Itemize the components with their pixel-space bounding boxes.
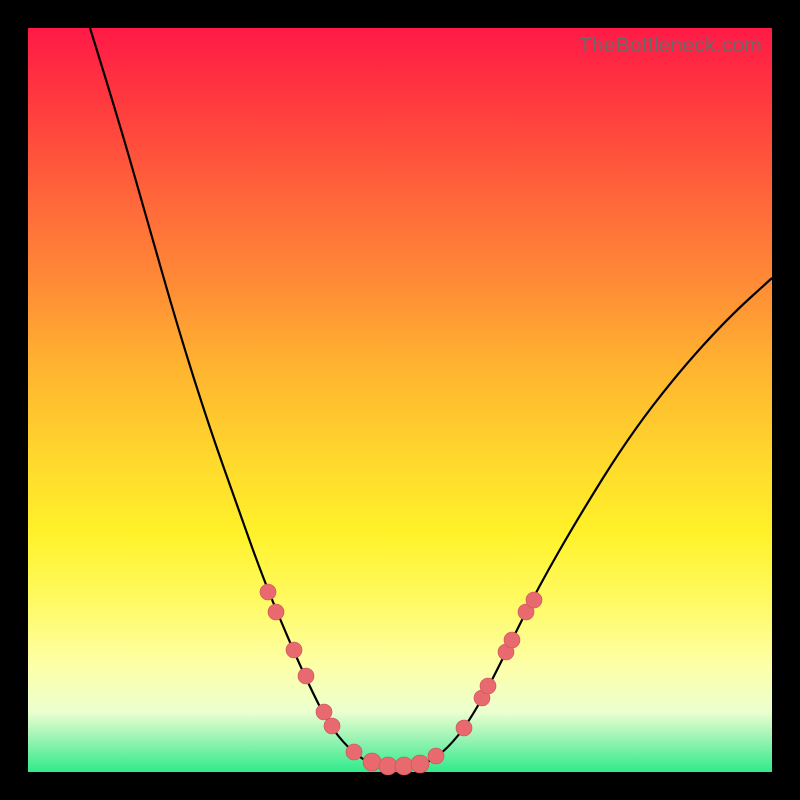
data-marker [480,678,496,694]
data-marker [268,604,284,620]
plot-area: TheBottleneck.com [28,28,772,772]
data-marker [286,642,302,658]
data-marker [456,720,472,736]
data-marker [428,748,444,764]
chart-frame: TheBottleneck.com [0,0,800,800]
data-marker [526,592,542,608]
data-marker [379,757,397,775]
data-marker [324,718,340,734]
marker-group [260,584,542,775]
data-marker [260,584,276,600]
bottleneck-curve [90,28,772,768]
data-marker [363,753,381,771]
data-marker [411,755,429,773]
data-marker [504,632,520,648]
curve-layer [28,28,772,772]
data-marker [395,757,413,775]
data-marker [298,668,314,684]
data-marker [346,744,362,760]
data-marker [316,704,332,720]
